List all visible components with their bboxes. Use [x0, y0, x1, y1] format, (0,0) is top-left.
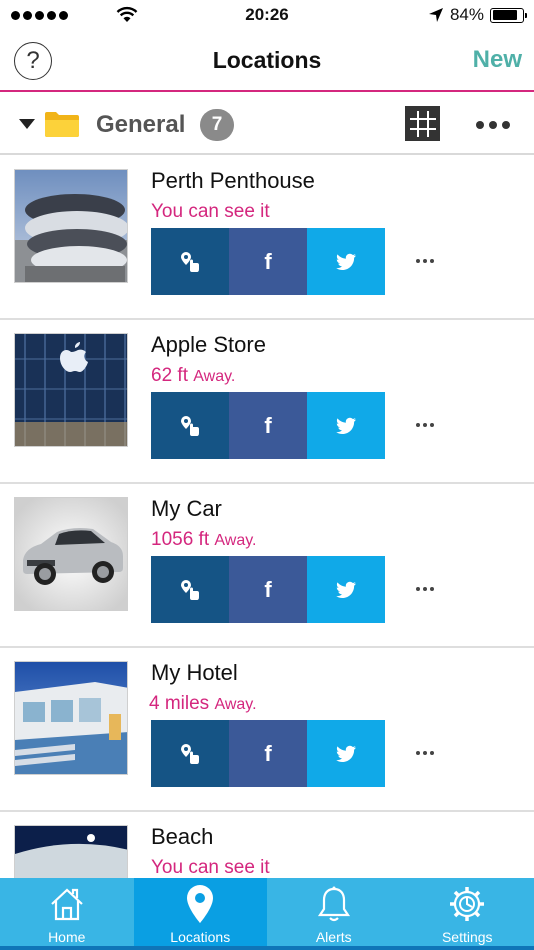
tab-label: Locations	[170, 929, 231, 945]
list-item[interactable]: My Hotel 4 miles Away. f	[0, 648, 534, 812]
home-icon	[49, 884, 85, 924]
gear-icon	[448, 884, 486, 924]
location-thumbnail	[14, 169, 128, 283]
nav-bar: ? Locations New	[0, 32, 534, 92]
location-distance: 1056 ft Away.	[151, 529, 257, 550]
row-more-button[interactable]	[416, 587, 434, 591]
location-thumbnail	[14, 661, 128, 775]
location-arrow-icon	[428, 8, 443, 22]
facebook-icon: f	[264, 576, 272, 602]
twitter-icon	[336, 581, 356, 598]
list-item[interactable]: My Car 1056 ft Away. f	[0, 484, 534, 648]
facebook-share-button[interactable]: f	[229, 228, 307, 295]
tab-label: Settings	[441, 929, 493, 945]
folder-icon	[44, 110, 80, 143]
locations-list: Perth Penthouse You can see it f Apple S…	[0, 156, 534, 878]
location-title: My Car	[151, 496, 222, 521]
twitter-share-button[interactable]	[307, 556, 385, 623]
disclosure-triangle-icon[interactable]	[19, 119, 35, 129]
group-count-badge: 7	[200, 109, 234, 141]
list-item[interactable]: Perth Penthouse You can see it f	[0, 156, 534, 320]
battery-percentage: 84%	[449, 5, 484, 24]
group-header: General 7	[0, 94, 534, 155]
twitter-icon	[336, 253, 356, 270]
location-thumbnail	[14, 333, 128, 447]
twitter-share-button[interactable]	[307, 228, 385, 295]
row-more-button[interactable]	[416, 751, 434, 755]
map-pin-touch-icon	[181, 251, 199, 272]
battery-icon	[490, 7, 527, 23]
map-pin-touch-icon	[181, 743, 199, 764]
facebook-icon: f	[264, 412, 272, 438]
twitter-share-button[interactable]	[307, 720, 385, 787]
status-bar: 20:26 84%	[0, 0, 534, 32]
page-title: Locations	[212, 47, 322, 73]
location-title: Apple Store	[151, 332, 266, 357]
row-more-button[interactable]	[416, 259, 434, 263]
facebook-share-button[interactable]: f	[229, 720, 307, 787]
facebook-share-button[interactable]: f	[229, 556, 307, 623]
facebook-icon: f	[264, 248, 272, 274]
place-action-button[interactable]	[151, 720, 229, 787]
location-distance: You can see it	[151, 857, 270, 878]
place-action-button[interactable]	[151, 556, 229, 623]
new-location-button[interactable]: New	[473, 46, 522, 74]
home-indicator	[0, 946, 534, 950]
tab-home[interactable]: Home	[0, 878, 134, 950]
place-action-button[interactable]	[151, 228, 229, 295]
location-distance: 4 miles Away.	[149, 693, 257, 714]
place-action-button[interactable]	[151, 392, 229, 459]
tab-settings[interactable]: Settings	[401, 878, 534, 950]
list-item[interactable]: Beach You can see it	[0, 812, 534, 878]
row-more-button[interactable]	[416, 423, 434, 427]
facebook-share-button[interactable]: f	[229, 392, 307, 459]
map-pin-touch-icon	[181, 415, 199, 436]
twitter-share-button[interactable]	[307, 392, 385, 459]
tab-label: Alerts	[315, 929, 352, 945]
group-more-button[interactable]	[476, 121, 510, 129]
location-title: Perth Penthouse	[151, 168, 315, 193]
list-item[interactable]: Apple Store 62 ft Away. f	[0, 320, 534, 484]
twitter-icon	[336, 745, 356, 762]
twitter-icon	[336, 417, 356, 434]
location-title: Beach	[151, 824, 214, 849]
location-distance: You can see it	[151, 201, 270, 222]
tab-label: Home	[48, 929, 86, 945]
tab-bar: Home Locations Alerts Settings	[0, 878, 534, 950]
grid-icon	[409, 110, 436, 137]
location-pin-icon	[185, 884, 215, 924]
location-thumbnail	[14, 497, 128, 611]
group-name[interactable]: General	[96, 111, 185, 139]
location-thumbnail	[14, 825, 128, 878]
location-distance: 62 ft Away.	[151, 365, 236, 386]
bell-icon	[317, 884, 351, 924]
tab-locations[interactable]: Locations	[133, 878, 267, 950]
facebook-icon: f	[264, 740, 272, 766]
tab-alerts[interactable]: Alerts	[267, 878, 401, 950]
location-title: My Hotel	[151, 660, 238, 685]
grid-view-button[interactable]	[405, 106, 440, 141]
map-pin-touch-icon	[181, 579, 199, 600]
